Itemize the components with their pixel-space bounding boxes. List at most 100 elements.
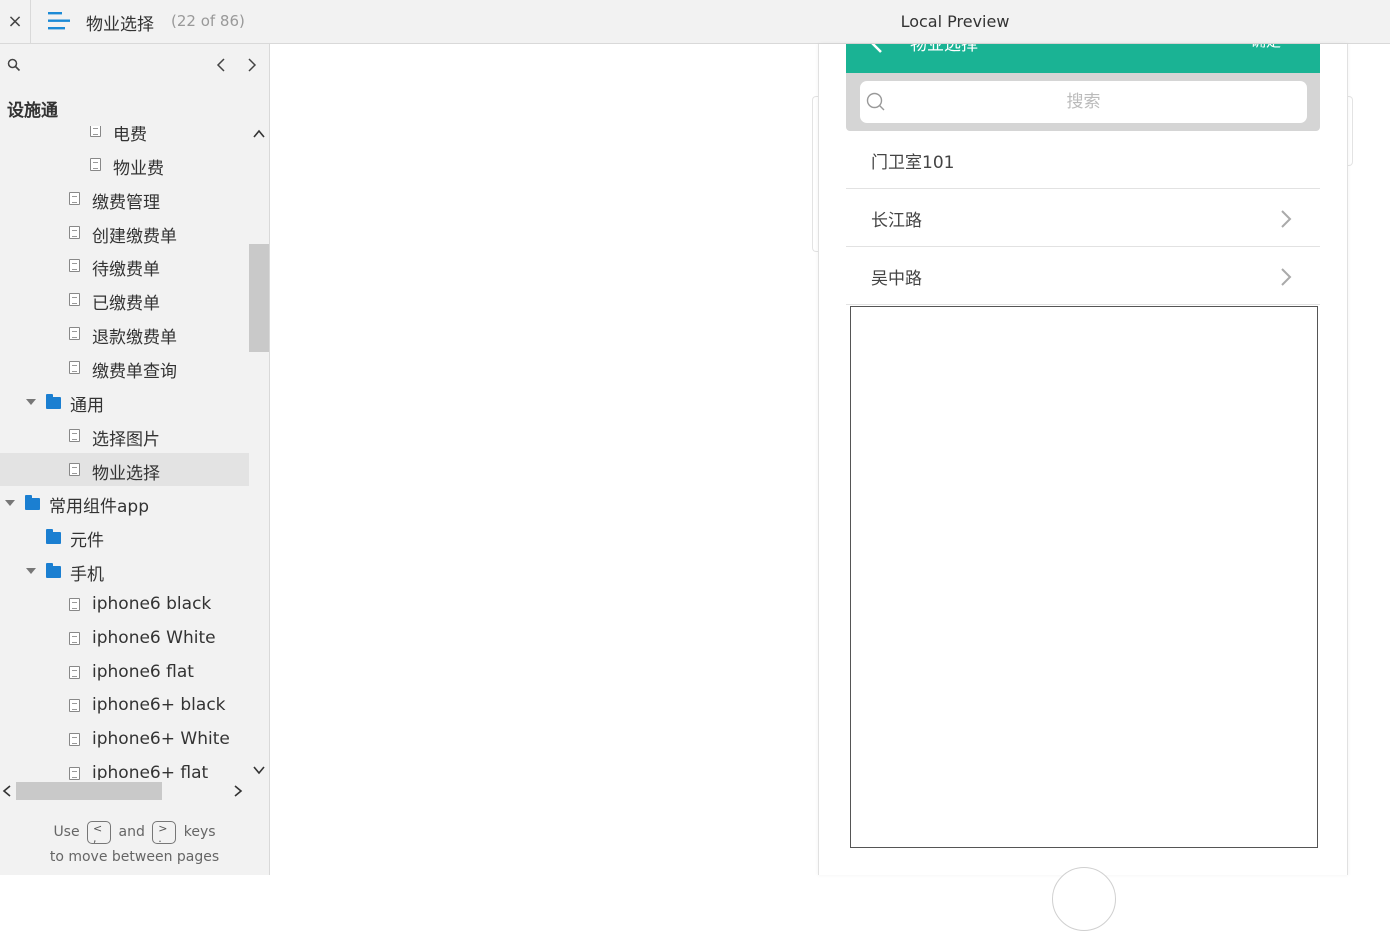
tree-item-label: 待缴费单 — [92, 260, 160, 281]
tree-page[interactable]: 待缴费单 — [0, 249, 249, 282]
property-row[interactable]: 门卫室101 — [846, 131, 1320, 189]
tree-page[interactable]: 电费 — [0, 126, 249, 147]
scroll-down-icon[interactable] — [253, 764, 265, 776]
horizontal-scroll-thumb[interactable] — [16, 782, 162, 800]
app-search-bar — [846, 73, 1320, 131]
hint-use: Use — [53, 824, 80, 840]
property-row[interactable]: 长江路 — [846, 189, 1320, 247]
folder-icon — [46, 529, 61, 545]
app-search-input[interactable] — [860, 81, 1307, 123]
app-header-title: 物业选择 — [910, 44, 978, 55]
key-next-icon: > . — [152, 820, 177, 844]
page-icon — [69, 733, 80, 747]
tree-page[interactable]: 物业费 — [0, 148, 249, 181]
tree-page[interactable]: 缴费管理 — [0, 182, 249, 215]
tree-folder[interactable]: 元件 — [0, 520, 249, 553]
vertical-scroll-thumb[interactable] — [249, 244, 269, 352]
page-icon — [69, 360, 80, 374]
page-count: (22 of 86) — [171, 12, 245, 30]
tree-item-label: iphone6 White — [92, 627, 216, 648]
tree-item-label: 常用组件app — [49, 497, 149, 518]
scroll-right-icon[interactable] — [232, 785, 244, 797]
tree-page[interactable]: 选择图片 — [0, 419, 249, 452]
app-header: 物业选择 确定 — [846, 44, 1320, 73]
tree-item-label: 选择图片 — [92, 429, 160, 450]
tree-page[interactable]: 物业选择 — [0, 452, 249, 486]
chevron-right-icon[interactable] — [242, 56, 260, 74]
preview-area: 物业选择 确定 门卫室101 长江路 吴中路 — [270, 44, 1390, 931]
page-icon — [69, 699, 80, 713]
tree-folder[interactable]: 常用组件app — [0, 486, 249, 519]
back-arrow-icon[interactable] — [870, 44, 884, 54]
horizontal-scrollbar[interactable] — [0, 780, 249, 802]
tree-page[interactable]: iphone6+ White — [0, 723, 249, 756]
page-icon — [69, 428, 80, 442]
confirm-button[interactable]: 确定 — [1251, 44, 1281, 51]
top-bar: × 物业选择 (22 of 86) Local Preview — [0, 0, 1390, 44]
home-button[interactable] — [1052, 867, 1116, 931]
sidebar: 设施通 电费物业费缴费管理创建缴费单待缴费单已缴费单退款缴费单缴费单查询通用选择… — [0, 44, 270, 875]
hint-line2: to move between pages — [49, 849, 220, 865]
page-title: 物业选择 — [86, 15, 154, 35]
page-icon — [69, 191, 80, 205]
chevron-left-icon[interactable] — [213, 56, 231, 74]
hint-and: and — [118, 824, 145, 840]
tree-page[interactable]: 创建缴费单 — [0, 216, 249, 249]
tree-page[interactable]: 退款缴费单 — [0, 317, 249, 350]
search-icon[interactable] — [7, 58, 21, 72]
tree-page[interactable]: iphone6 White — [0, 622, 249, 655]
tree-folder[interactable]: 通用 — [0, 385, 249, 418]
project-title: 设施通 — [7, 101, 58, 121]
property-row-label: 门卫室101 — [871, 153, 955, 173]
tree-page[interactable]: iphone6 flat — [0, 656, 249, 689]
tree-page[interactable]: 缴费单查询 — [0, 351, 249, 384]
tree-item-label: 创建缴费单 — [92, 226, 177, 247]
caret-down-icon[interactable] — [26, 568, 36, 575]
tree-page[interactable]: iphone6+ black — [0, 689, 249, 722]
page-icon — [69, 259, 80, 273]
page-icon — [69, 462, 80, 476]
page-icon — [69, 631, 80, 645]
tree-page[interactable]: iphone6 black — [0, 588, 249, 621]
tree-page[interactable]: 已缴费单 — [0, 283, 249, 316]
page-icon — [69, 293, 80, 307]
caret-down-icon[interactable] — [5, 500, 15, 507]
page-icon — [69, 597, 80, 611]
tree-item-label: iphone6+ black — [92, 695, 226, 716]
page-icon — [69, 327, 80, 341]
tree-folder[interactable]: 手机 — [0, 554, 249, 587]
property-row[interactable]: 吴中路 — [846, 247, 1320, 305]
page-icon — [90, 126, 101, 137]
keyboard-hint: Use < , and > . keys to move between pag… — [0, 820, 269, 870]
tree-item-label: 已缴费单 — [92, 294, 160, 315]
tree-item-label: 元件 — [70, 531, 104, 552]
tree-item-label: 物业选择 — [92, 463, 160, 484]
tree-page[interactable]: iphone6+ flat — [0, 757, 249, 782]
key-prev-icon: < , — [87, 820, 112, 844]
property-row-label: 吴中路 — [871, 269, 922, 289]
tree-item-label: 退款缴费单 — [92, 328, 177, 349]
tree-item-label: iphone6 flat — [92, 661, 194, 682]
chevron-right-icon — [1281, 268, 1292, 286]
scroll-left-icon[interactable] — [1, 785, 13, 797]
tree-item-label: 通用 — [70, 395, 104, 416]
caret-down-icon[interactable] — [26, 398, 36, 405]
page-icon — [69, 665, 80, 679]
tree-item-label: iphone6+ White — [92, 729, 230, 750]
content-placeholder — [850, 306, 1318, 848]
vertical-scrollbar[interactable] — [249, 126, 269, 782]
page-tree: 电费物业费缴费管理创建缴费单待缴费单已缴费单退款缴费单缴费单查询通用选择图片物业… — [0, 126, 249, 782]
property-row-label: 长江路 — [871, 211, 922, 231]
tree-item-label: 缴费管理 — [92, 192, 160, 213]
tree-item-label: 物业费 — [113, 158, 164, 179]
page-icon — [69, 767, 80, 781]
page-icon — [90, 157, 101, 171]
tree-item-label: iphone6 black — [92, 593, 212, 614]
page-icon — [69, 225, 80, 239]
tree-item-label: 手机 — [70, 565, 104, 586]
close-button[interactable]: × — [0, 0, 31, 43]
menu-icon[interactable] — [48, 12, 70, 30]
scroll-up-icon[interactable] — [253, 128, 265, 140]
tree-item-label: 缴费单查询 — [92, 361, 177, 382]
chevron-right-icon — [1281, 210, 1292, 228]
